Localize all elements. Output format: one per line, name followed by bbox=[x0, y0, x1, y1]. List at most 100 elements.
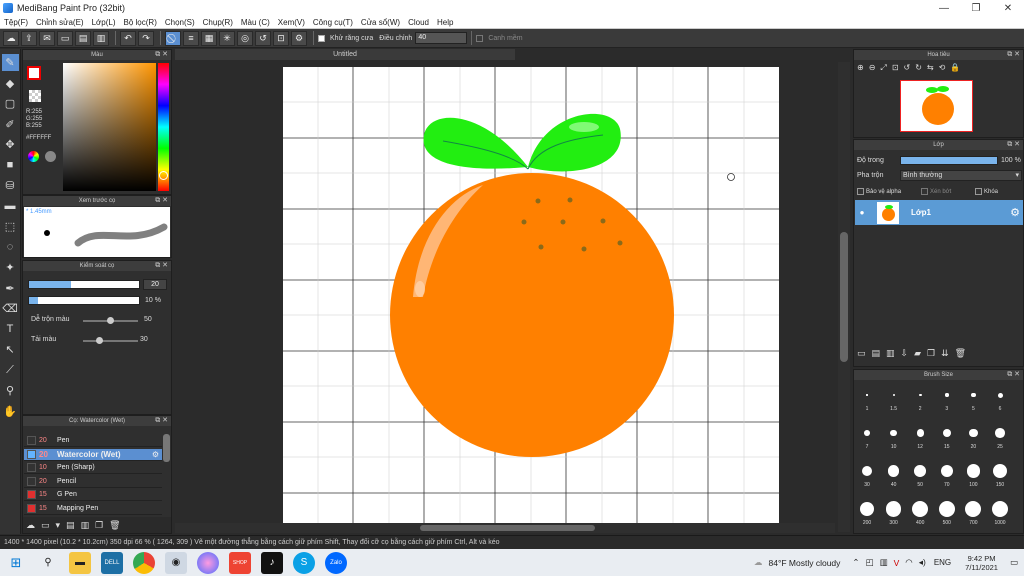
panel-close-icon[interactable]: ⧉ ✕ bbox=[1007, 140, 1020, 150]
snap-off-icon[interactable]: ⃠ bbox=[165, 30, 181, 46]
brush-size-dot[interactable] bbox=[938, 501, 955, 517]
snap-settings-icon[interactable]: ⚙ bbox=[291, 30, 307, 46]
canvas-paper[interactable] bbox=[283, 67, 779, 527]
rotate-right-icon[interactable]: ↻ bbox=[915, 63, 922, 73]
volume-icon[interactable]: ◂) bbox=[919, 557, 926, 568]
weather-text[interactable]: 84°F Mostly cloudy bbox=[769, 558, 841, 568]
navigator-preview[interactable] bbox=[900, 80, 973, 132]
brush-list-scrollbar[interactable] bbox=[163, 434, 170, 462]
text-tool-icon[interactable]: T bbox=[2, 321, 19, 338]
brush-opacity-slider[interactable] bbox=[28, 296, 140, 305]
file-explorer-icon[interactable]: ▬ bbox=[69, 551, 91, 574]
network-icon[interactable]: ▥ bbox=[880, 557, 888, 568]
grid-snap-icon[interactable]: ▦ bbox=[201, 30, 217, 46]
tiktok-icon[interactable]: ♪ bbox=[261, 551, 283, 574]
menu-tools[interactable]: Công cụ(T) bbox=[309, 18, 357, 27]
brush-size-dot[interactable] bbox=[916, 429, 924, 437]
brush-size-dot[interactable] bbox=[914, 465, 927, 477]
brush-size-dot[interactable] bbox=[918, 393, 922, 397]
notification-icon[interactable]: ▭ bbox=[1010, 557, 1018, 568]
rectangle-tool-icon[interactable]: ▢ bbox=[2, 95, 19, 112]
menu-color[interactable]: Màu (C) bbox=[237, 18, 274, 27]
lock-checkbox[interactable] bbox=[975, 188, 982, 195]
fill-rect-tool-icon[interactable]: ■ bbox=[2, 157, 19, 174]
brush-list-item[interactable]: 10 Pen (Sharp) bbox=[24, 462, 162, 474]
brush-size-dot[interactable] bbox=[992, 501, 1008, 517]
brush-cloud-icon[interactable]: ☁ bbox=[26, 520, 35, 531]
fit-icon[interactable]: ⤢ bbox=[880, 63, 886, 73]
transparent-swatch[interactable] bbox=[29, 90, 41, 102]
new-halftone-layer-icon[interactable]: ▤ bbox=[872, 348, 881, 359]
soft-snap-checkbox[interactable] bbox=[476, 34, 484, 42]
brush-size-dot[interactable] bbox=[866, 394, 868, 396]
brush-size-dot[interactable] bbox=[995, 428, 1005, 438]
brush-size-dot[interactable] bbox=[864, 430, 870, 436]
gear-icon[interactable]: ⚙ bbox=[1010, 206, 1020, 219]
menu-help[interactable]: Help bbox=[433, 18, 457, 27]
new-8bit-layer-icon[interactable]: ▥ bbox=[886, 348, 895, 359]
merge-layer-icon[interactable]: ⇊ bbox=[941, 348, 949, 359]
zoom-in-icon[interactable]: ⊕ bbox=[857, 63, 864, 73]
brush-size-dot[interactable] bbox=[892, 394, 895, 396]
new-doc-icon[interactable]: ▭ bbox=[57, 30, 73, 46]
reload-slider[interactable] bbox=[83, 340, 138, 342]
layer-blend-dropdown[interactable]: Bình thường ▾ bbox=[900, 170, 1022, 181]
lock-view-icon[interactable]: 🔒 bbox=[950, 63, 960, 73]
menu-file[interactable]: Tệp(F) bbox=[0, 18, 32, 27]
app-icon[interactable] bbox=[197, 551, 219, 574]
brush-size-dot[interactable] bbox=[912, 501, 929, 517]
select-pen-icon[interactable]: ✒ bbox=[2, 280, 19, 297]
brush-size-dot[interactable] bbox=[885, 501, 902, 517]
zoom-out-icon[interactable]: ⊖ bbox=[869, 63, 876, 73]
eye-icon[interactable]: ● bbox=[855, 208, 869, 217]
brush-copy-icon[interactable]: ▤ bbox=[66, 520, 75, 531]
cloud-icon[interactable]: ☁ bbox=[3, 30, 19, 46]
brush-duplicate-icon[interactable]: ❐ bbox=[95, 520, 103, 531]
zalo-icon[interactable]: Zalo bbox=[325, 551, 347, 574]
tray-app-icon[interactable]: ◰ bbox=[866, 557, 874, 568]
menu-cloud[interactable]: Cloud bbox=[404, 18, 433, 27]
brush-list-item[interactable]: 20 Pen bbox=[24, 435, 162, 447]
operation-tool-icon[interactable]: ↖ bbox=[2, 341, 19, 358]
brush-size-dot[interactable] bbox=[861, 465, 873, 477]
eraser-tool-icon[interactable]: ◆ bbox=[2, 75, 19, 92]
language-indicator[interactable]: ENG bbox=[934, 558, 951, 567]
brush-size-value[interactable]: 20 bbox=[143, 279, 167, 290]
brush-size-dot[interactable] bbox=[997, 392, 1003, 398]
windows-start-icon[interactable]: ⊞ bbox=[5, 552, 27, 574]
perspective-snap-icon[interactable]: ⊡ bbox=[273, 30, 289, 46]
save-icon[interactable]: ▥ bbox=[93, 30, 109, 46]
menu-layer[interactable]: Lớp(L) bbox=[88, 18, 120, 27]
delete-layer-icon[interactable]: 🗑 bbox=[955, 348, 966, 359]
radial-snap-icon[interactable]: ✳ bbox=[219, 30, 235, 46]
divide-tool-icon[interactable]: ⟋ bbox=[2, 362, 19, 379]
antivirus-icon[interactable]: V bbox=[894, 558, 900, 568]
menu-view[interactable]: Xem(V) bbox=[274, 18, 309, 27]
gradient-tool-icon[interactable]: ▬ bbox=[2, 198, 19, 215]
brush-delete-icon[interactable]: 🗑 bbox=[109, 520, 120, 531]
gear-icon[interactable]: ⚙ bbox=[152, 450, 159, 459]
select-eraser-icon[interactable]: ⌫ bbox=[2, 300, 19, 317]
antialias-checkbox[interactable] bbox=[318, 34, 325, 42]
panel-close-icon[interactable]: ⧉ ✕ bbox=[155, 416, 168, 426]
magic-wand-icon[interactable]: ✦ bbox=[2, 259, 19, 276]
panel-close-icon[interactable]: ⧉ ✕ bbox=[1007, 370, 1020, 380]
new-layer-icon[interactable]: ▭ bbox=[857, 348, 866, 359]
menu-window[interactable]: Cửa sổ(W) bbox=[357, 18, 404, 27]
menu-snap[interactable]: Chụp(R) bbox=[199, 18, 237, 27]
hand-tool-icon[interactable]: ✋ bbox=[2, 403, 19, 420]
wifi-icon[interactable]: ◠ bbox=[905, 557, 912, 568]
panel-close-icon[interactable]: ⧉ ✕ bbox=[155, 50, 168, 60]
reload-slider-handle[interactable] bbox=[96, 337, 103, 344]
menu-edit[interactable]: Chỉnh sửa(E) bbox=[32, 18, 88, 27]
chrome-icon[interactable] bbox=[133, 551, 155, 574]
search-icon[interactable]: ⚲ bbox=[37, 552, 59, 574]
brush-menu-icon[interactable]: ▾ bbox=[56, 520, 61, 531]
brush-list-item[interactable]: 15 G Pen bbox=[24, 489, 162, 501]
panel-close-icon[interactable]: ⧉ ✕ bbox=[1007, 50, 1020, 60]
maximize-button[interactable]: ❐ bbox=[960, 3, 992, 14]
move-tool-icon[interactable]: ✥ bbox=[2, 136, 19, 153]
layer-opacity-slider[interactable] bbox=[900, 156, 998, 165]
blend-slider-handle[interactable] bbox=[107, 317, 114, 324]
skype-icon[interactable]: S bbox=[293, 551, 315, 574]
